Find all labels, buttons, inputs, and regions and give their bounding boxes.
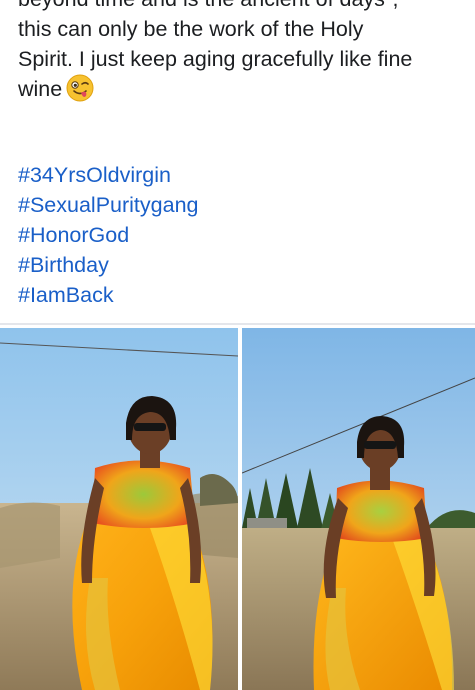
hashtag-link[interactable]: #HonorGod	[18, 220, 198, 250]
divider	[0, 323, 475, 325]
hashtag-link[interactable]: #SexualPuritygang	[18, 190, 198, 220]
winking-face-with-tongue-icon	[66, 74, 94, 102]
post-text-line: this can only be the work of the Holy	[18, 17, 364, 41]
post-photo-2[interactable]	[242, 328, 475, 690]
hashtag-link[interactable]: #34YrsOldvirgin	[18, 160, 198, 190]
hashtag-link[interactable]: #IamBack	[18, 280, 198, 310]
photo-woman-yellow-dress-trees-icon	[242, 328, 475, 690]
post-text-line-last: wine	[18, 74, 468, 104]
hashtag-list: #34YrsOldvirgin #SexualPuritygang #Honor…	[18, 160, 198, 310]
photo-woman-yellow-dress-field-icon	[0, 328, 238, 690]
post-text-line: Spirit. I just keep aging gracefully lik…	[18, 47, 413, 71]
post-text-line: beyond time and is the ancient of days",	[18, 0, 468, 14]
post-text: beyond time and is the ancient of days",…	[18, 0, 468, 104]
hashtag-link[interactable]: #Birthday	[18, 250, 198, 280]
post-photo-1[interactable]	[0, 328, 238, 690]
post-text-line: wine	[18, 77, 63, 101]
